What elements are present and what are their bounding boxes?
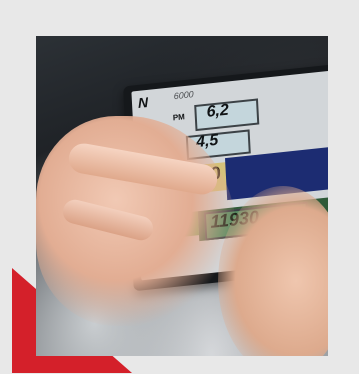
gear-indicator-left: N bbox=[137, 93, 149, 111]
photo: N 6000 N PM 6,2 4,5 0 3% 11930 bbox=[36, 36, 328, 356]
rpm-label: 6000 bbox=[173, 89, 194, 102]
value-1: 6,2 bbox=[206, 101, 230, 121]
pm-label: PM bbox=[172, 112, 186, 123]
